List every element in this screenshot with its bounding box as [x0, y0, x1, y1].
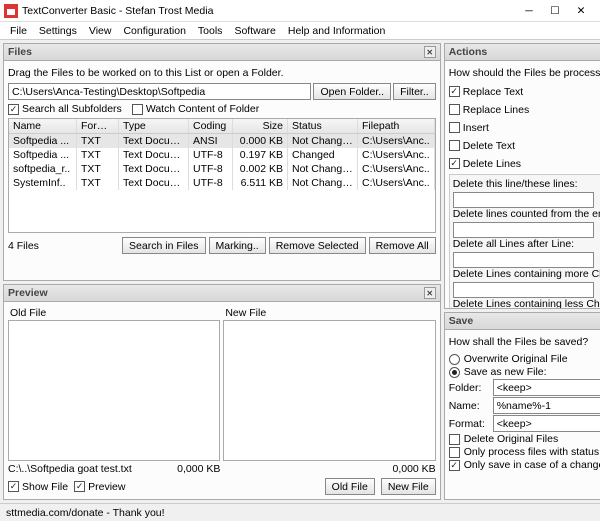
- overwrite-radio[interactable]: Overwrite Original File: [449, 353, 600, 365]
- titlebar: TextConverter Basic - Stefan Trost Media…: [0, 0, 600, 22]
- preview-path: C:\..\Softpedia goat test.txt: [8, 463, 177, 475]
- menu-tools[interactable]: Tools: [192, 23, 229, 39]
- old-file-label: Old File: [8, 306, 220, 320]
- col-size[interactable]: Size: [233, 119, 288, 133]
- show-file-checkbox[interactable]: Show File: [8, 481, 68, 493]
- col-filepath[interactable]: Filepath: [358, 119, 435, 133]
- menu-settings[interactable]: Settings: [33, 23, 83, 39]
- save-as-radio[interactable]: Save as new File:: [449, 366, 600, 378]
- col-name[interactable]: Name: [9, 119, 77, 133]
- marking-button[interactable]: Marking..: [209, 237, 266, 254]
- name-label: Name:: [449, 400, 489, 412]
- files-title: Files: [8, 46, 424, 58]
- folder-label: Folder:: [449, 382, 489, 394]
- preview-panel: Preview✕ Old File C:\..\Softpedia goat t…: [3, 284, 441, 500]
- menu-software[interactable]: Software: [228, 23, 281, 39]
- new-file-button[interactable]: New File: [381, 478, 436, 495]
- menu-view[interactable]: View: [83, 23, 118, 39]
- sub-input[interactable]: [453, 222, 594, 238]
- save-panel: Save✕ How shall the Files be saved? Over…: [444, 312, 600, 500]
- action-checkbox[interactable]: Replace Text: [449, 86, 600, 98]
- maximize-button[interactable]: ☐: [548, 4, 562, 18]
- only-change-checkbox[interactable]: Only save in case of a change: [449, 459, 600, 471]
- actions-title: Actions: [449, 46, 600, 58]
- table-row[interactable]: Softpedia ...TXTText Docum..UTF-80.197 K…: [9, 148, 435, 162]
- menu-configuration[interactable]: Configuration: [117, 23, 191, 39]
- folder-select[interactable]: <keep>▾: [493, 379, 600, 396]
- close-button[interactable]: ✕: [574, 4, 588, 18]
- delete-original-checkbox[interactable]: Delete Original Files: [449, 433, 600, 445]
- sub-input[interactable]: [453, 282, 594, 298]
- new-file-box[interactable]: [223, 320, 435, 461]
- old-file-box[interactable]: [8, 320, 220, 461]
- minimize-button[interactable]: ─: [522, 4, 536, 18]
- search-subfolders-checkbox[interactable]: Search all Subfolders: [8, 103, 122, 115]
- menubar: File Settings View Configuration Tools S…: [0, 22, 600, 40]
- preview-size-old: 0,000 KB: [177, 463, 220, 475]
- actions-panel: Actions✕ How should the Files be process…: [444, 43, 600, 309]
- menu-help[interactable]: Help and Information: [282, 23, 391, 39]
- col-coding[interactable]: Coding: [189, 119, 233, 133]
- table-row[interactable]: SystemInf..TXTText Docum..UTF-86.511 KBN…: [9, 176, 435, 190]
- col-format[interactable]: Format: [77, 119, 119, 133]
- files-hint: Drag the Files to be worked on to this L…: [8, 65, 436, 83]
- old-file-button[interactable]: Old File: [325, 478, 375, 495]
- window-title: TextConverter Basic - Stefan Trost Media: [22, 5, 522, 17]
- open-folder-button[interactable]: Open Folder..: [313, 83, 391, 100]
- statusbar: sttmedia.com/donate - Thank you!: [0, 503, 600, 521]
- save-title: Save: [449, 315, 600, 327]
- action-checkbox[interactable]: Delete Lines: [449, 158, 600, 170]
- sub-input[interactable]: [453, 252, 594, 268]
- action-checkbox[interactable]: Replace Lines: [449, 104, 600, 116]
- sub-input[interactable]: [453, 192, 594, 208]
- actions-hint: How should the Files be processed?: [449, 65, 600, 83]
- preview-title: Preview: [8, 287, 424, 299]
- preview-size-new: 0,000 KB: [392, 463, 435, 475]
- save-hint: How shall the Files be saved?: [449, 334, 600, 352]
- filter-button[interactable]: Filter..: [393, 83, 436, 100]
- name-select[interactable]: %name%-1▾: [493, 397, 600, 414]
- remove-selected-button[interactable]: Remove Selected: [269, 237, 366, 254]
- path-input[interactable]: [8, 83, 311, 100]
- remove-all-button[interactable]: Remove All: [369, 237, 436, 254]
- file-count: 4 Files: [8, 240, 119, 252]
- format-select[interactable]: <keep>▾: [493, 415, 600, 432]
- format-label: Format:: [449, 418, 489, 430]
- action-checkbox[interactable]: Insert: [449, 122, 600, 134]
- files-panel: Files✕ Drag the Files to be worked on to…: [3, 43, 441, 281]
- delete-lines-sub: Delete this line/these lines:Example: "1…: [449, 174, 600, 308]
- only-marked-checkbox[interactable]: Only process files with status "Marked": [449, 446, 600, 458]
- watch-content-checkbox[interactable]: Watch Content of Folder: [132, 103, 259, 115]
- col-type[interactable]: Type: [119, 119, 189, 133]
- app-icon: [4, 4, 18, 18]
- table-row[interactable]: softpedia_r..TXTText Docum..UTF-80.002 K…: [9, 162, 435, 176]
- action-checkbox[interactable]: Delete Text: [449, 140, 600, 152]
- menu-file[interactable]: File: [4, 23, 33, 39]
- search-in-files-button[interactable]: Search in Files: [122, 237, 205, 254]
- preview-collapse-icon[interactable]: ✕: [424, 287, 436, 299]
- col-status[interactable]: Status: [288, 119, 358, 133]
- table-row[interactable]: Softpedia ...TXTText Docum..ANSI0.000 KB…: [9, 134, 435, 148]
- new-file-label: New File: [223, 306, 435, 320]
- status-text: sttmedia.com/donate - Thank you!: [6, 507, 165, 519]
- files-collapse-icon[interactable]: ✕: [424, 46, 436, 58]
- file-grid[interactable]: Name Format Type Coding Size Status File…: [8, 118, 436, 233]
- preview-checkbox[interactable]: Preview: [74, 481, 125, 493]
